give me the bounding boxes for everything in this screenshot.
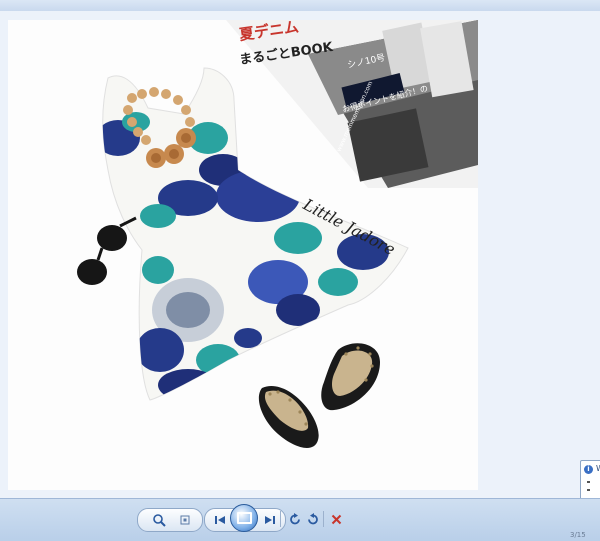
photo-illustration: 夏デニム まるごとBOOK シノ10号 お得ポイントを紹介！の www.momm…: [77, 20, 478, 448]
magazine: 夏デニム まるごとBOOK シノ10号 お得ポイントを紹介！の www.momm…: [226, 20, 478, 188]
popup-bullet: [587, 481, 590, 483]
actual-size-icon[interactable]: [176, 511, 194, 529]
toolbar-separator: [323, 511, 324, 527]
notification-popup[interactable]: i W: [580, 460, 600, 502]
viewer-toolbar: [0, 498, 600, 541]
studded-flats: [258, 343, 380, 448]
magnifier-icon[interactable]: [148, 511, 170, 529]
popup-bullet: [587, 489, 590, 491]
info-icon: i: [584, 465, 593, 474]
next-icon[interactable]: [261, 511, 279, 529]
delete-icon[interactable]: [327, 510, 345, 528]
rotate-counterclockwise-icon[interactable]: [286, 510, 304, 528]
play-slideshow-icon: [236, 512, 252, 524]
zoom-group: [137, 508, 203, 532]
previous-icon[interactable]: [211, 511, 229, 529]
tray-text: 3/15: [570, 531, 586, 539]
popup-title: W: [596, 464, 600, 473]
play-slideshow-button[interactable]: [230, 504, 258, 532]
displayed-photo: 夏デニム まるごとBOOK シノ10号 お得ポイントを紹介！の www.momm…: [8, 20, 478, 490]
rotate-clockwise-icon[interactable]: [303, 510, 321, 528]
toolbar-separator: [280, 511, 281, 527]
